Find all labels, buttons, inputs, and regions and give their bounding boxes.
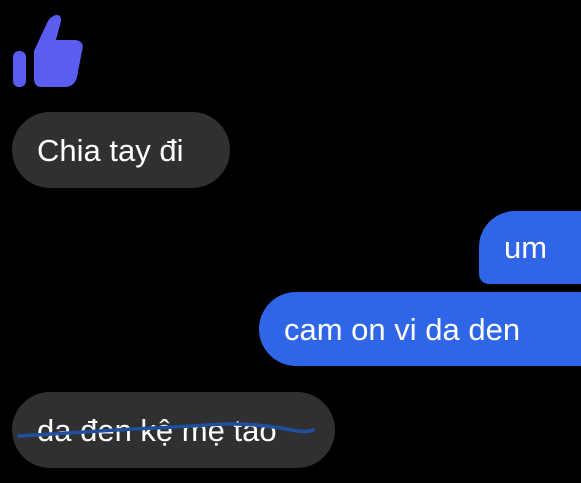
- message-bubble-incoming[interactable]: Chia tay đi: [12, 112, 230, 188]
- thumbs-up-icon[interactable]: [12, 14, 84, 88]
- message-text: cam on vi da den: [284, 311, 521, 347]
- message-bubble-outgoing[interactable]: cam on vi da den: [259, 292, 581, 366]
- message-text: Chia tay đi: [37, 132, 184, 168]
- message-bubble-outgoing[interactable]: um: [479, 211, 581, 284]
- message-text: um: [504, 230, 548, 265]
- scribble-overlay: [17, 422, 315, 438]
